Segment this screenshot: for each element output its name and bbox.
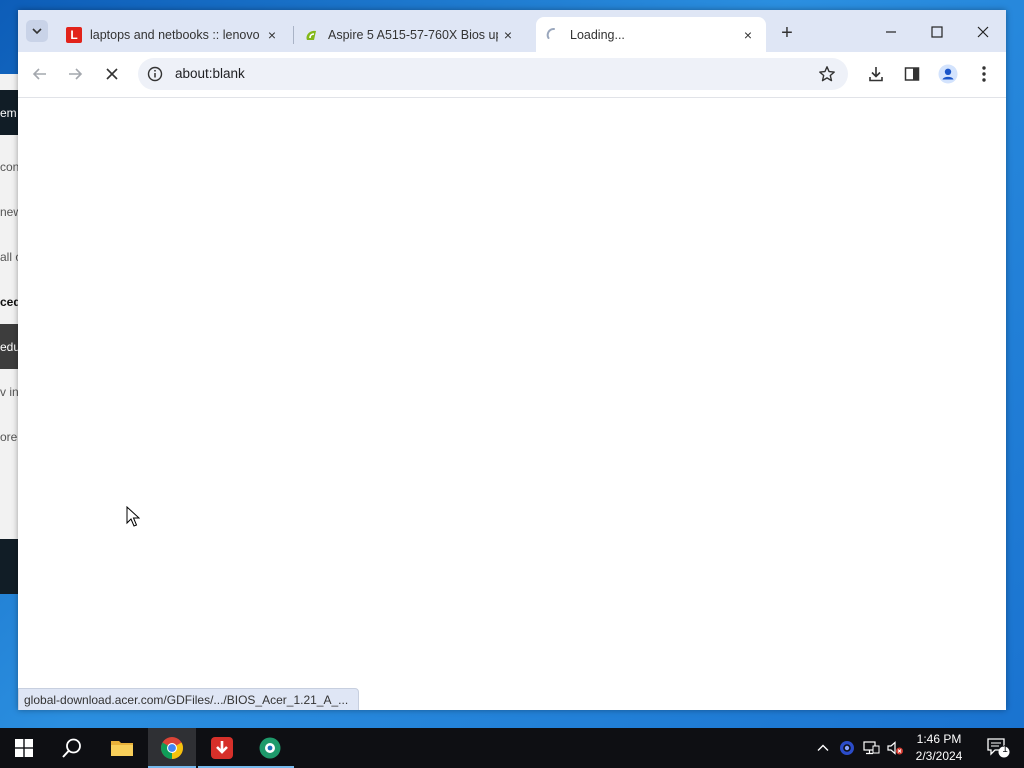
- clock-date: 2/3/2024: [915, 749, 963, 763]
- app-taskbar-button[interactable]: [198, 728, 246, 768]
- windows-logo-icon: [15, 739, 33, 757]
- profile-button[interactable]: [934, 60, 962, 88]
- side-panel-button[interactable]: [898, 60, 926, 88]
- network-icon[interactable]: [860, 728, 882, 768]
- minimize-button[interactable]: [868, 18, 914, 46]
- tab-title: Aspire 5 A515-57-760X Bios up: [328, 27, 498, 42]
- start-button[interactable]: [0, 728, 48, 768]
- close-icon: [977, 26, 989, 38]
- chrome-taskbar-button[interactable]: [148, 728, 196, 768]
- chevron-up-icon: [817, 744, 829, 751]
- forward-button[interactable]: [61, 60, 89, 88]
- downloads-button[interactable]: [862, 60, 890, 88]
- spinner-icon: [546, 27, 562, 43]
- status-url-bubble: global-download.acer.com/GDFiles/.../BIO…: [18, 688, 360, 710]
- close-tab-icon[interactable]: ×: [738, 25, 758, 45]
- acer-icon: [304, 27, 320, 43]
- address-text[interactable]: about:blank: [175, 66, 245, 81]
- volume-muted-icon[interactable]: [884, 728, 906, 768]
- more-vertical-icon: [982, 66, 986, 82]
- info-icon[interactable]: [146, 65, 164, 83]
- chrome-icon: [161, 737, 183, 759]
- profile-avatar-icon: [938, 64, 958, 84]
- download-icon: [869, 67, 883, 82]
- maximize-button[interactable]: [914, 18, 960, 46]
- background-row-text: v in: [0, 384, 19, 399]
- action-center-button[interactable]: 1: [978, 728, 1018, 768]
- tab-lenovo[interactable]: L laptops and netbooks :: lenovo ×: [56, 17, 290, 52]
- close-tab-icon[interactable]: ×: [262, 25, 282, 45]
- maximize-icon: [931, 26, 943, 38]
- stop-icon: [106, 68, 118, 80]
- download-manager-icon: [211, 737, 233, 759]
- tab-strip: L laptops and netbooks :: lenovo × Aspir…: [18, 10, 1006, 52]
- stop-loading-button[interactable]: [98, 60, 126, 88]
- tab-loading[interactable]: Loading... ×: [536, 17, 766, 52]
- app-taskbar-button[interactable]: [246, 728, 294, 768]
- minimize-icon: [886, 31, 896, 33]
- notification-count-badge: 1: [1002, 744, 1008, 755]
- background-row-text: ore: [0, 429, 18, 444]
- tray-app-icon[interactable]: [836, 728, 858, 768]
- mouse-cursor-icon: [126, 505, 141, 533]
- arrow-left-icon: [32, 68, 46, 80]
- new-tab-button[interactable]: +: [776, 22, 798, 44]
- page-content[interactable]: [18, 98, 1006, 710]
- show-hidden-icons-button[interactable]: [812, 728, 834, 768]
- search-button[interactable]: [48, 728, 96, 768]
- background-row-text: em: [0, 105, 17, 120]
- close-tab-icon[interactable]: ×: [498, 25, 518, 45]
- tab-title: laptops and netbooks :: lenovo: [90, 27, 260, 42]
- folder-icon: [111, 741, 133, 756]
- settings-app-icon: [259, 737, 281, 759]
- back-button[interactable]: [26, 60, 54, 88]
- address-bar[interactable]: about:blank: [138, 58, 848, 90]
- side-panel-icon: [904, 67, 920, 81]
- browser-toolbar: about:blank: [18, 52, 1006, 98]
- file-explorer-button[interactable]: [98, 728, 146, 768]
- tab-acer[interactable]: Aspire 5 A515-57-760X Bios up ×: [294, 17, 526, 52]
- browser-window: L laptops and netbooks :: lenovo × Aspir…: [18, 10, 1006, 710]
- clock-time: 1:46 PM: [916, 732, 962, 746]
- menu-button[interactable]: [970, 60, 998, 88]
- tab-search-button[interactable]: [26, 20, 48, 42]
- bookmark-star-icon[interactable]: [816, 63, 838, 85]
- chevron-down-icon: [32, 28, 42, 35]
- close-window-button[interactable]: [960, 18, 1006, 46]
- search-icon: [62, 738, 81, 758]
- arrow-right-icon: [69, 68, 83, 80]
- tab-title: Loading...: [570, 27, 625, 42]
- taskbar: 1:46 PM 2/3/2024 1: [0, 728, 1024, 768]
- background-row-text: con: [0, 159, 20, 174]
- system-clock[interactable]: 1:46 PM 2/3/2024: [906, 731, 972, 765]
- lenovo-favicon-icon: L: [66, 26, 82, 43]
